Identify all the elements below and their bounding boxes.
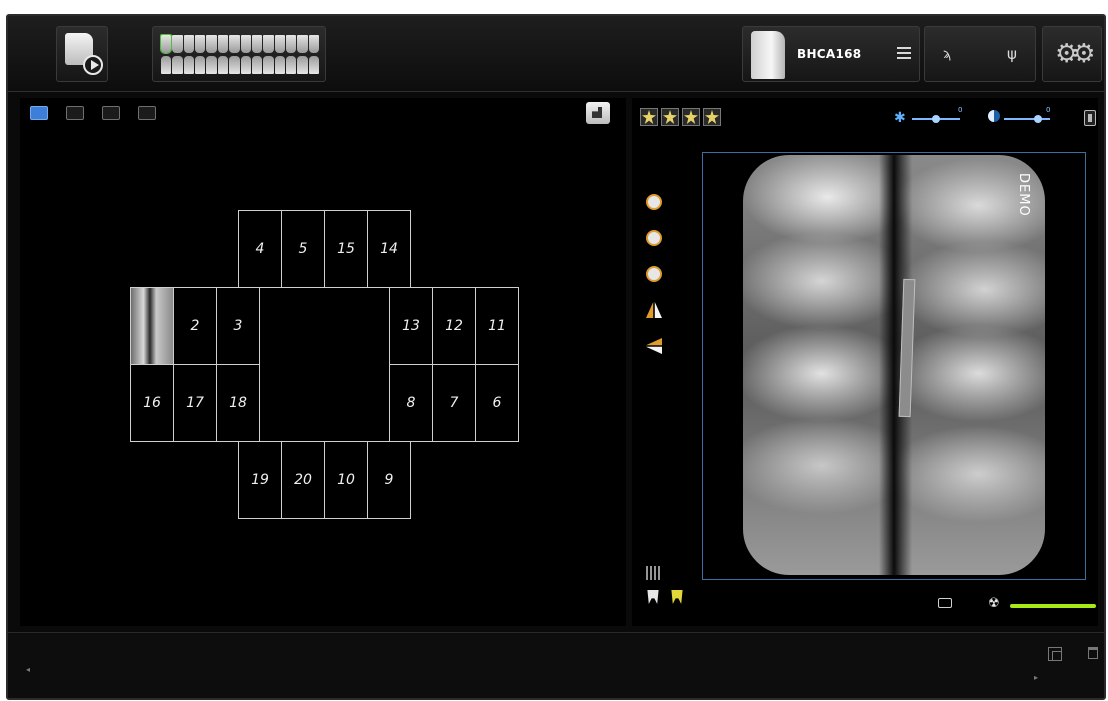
view-tools: [646, 566, 684, 614]
image-tools: [646, 194, 664, 374]
template-cell[interactable]: 2: [173, 287, 217, 365]
scroll-left-icon[interactable]: ◂: [26, 665, 30, 674]
rotate-cw-icon[interactable]: [646, 194, 662, 210]
template-cell[interactable]: 17: [173, 364, 217, 442]
star-icon[interactable]: [703, 108, 721, 126]
exposure-icon[interactable]: [1084, 110, 1096, 126]
template-cell[interactable]: 15: [324, 210, 368, 288]
sensor-name: BHCA168: [797, 47, 862, 61]
template-cell[interactable]: 4: [238, 210, 282, 288]
radiation-icon: ☢: [988, 596, 1000, 611]
xray-artifact: [898, 278, 916, 418]
settings-button[interactable]: ⚙⚙: [1042, 26, 1102, 82]
contrast-value: 0: [1046, 106, 1051, 114]
sensor-icon: [751, 31, 785, 79]
template-cell[interactable]: 13: [389, 287, 433, 365]
template-cell[interactable]: 12: [432, 287, 476, 365]
template-cell[interactable]: 11: [475, 287, 519, 365]
template-cell[interactable]: 7: [432, 364, 476, 442]
grid-icon[interactable]: [646, 566, 660, 580]
template-cell[interactable]: 10: [324, 441, 368, 519]
brightness-knob[interactable]: [932, 115, 940, 123]
scroll-right-icon[interactable]: ▸: [1034, 673, 1038, 682]
trash-icon[interactable]: [1088, 647, 1098, 659]
contrast-slider[interactable]: [1004, 115, 1050, 123]
template-panel: 4 5 15 14 2 3 13 12 11 16 17 18 8 7 6 19…: [20, 98, 626, 626]
template-cell[interactable]: 18: [216, 364, 260, 442]
exposure-level-bar: [1010, 604, 1096, 608]
star-icon[interactable]: [640, 108, 658, 126]
contrast-icon: [988, 110, 1000, 122]
brightness-value: 0: [958, 106, 963, 114]
layout-fmx-icon[interactable]: [30, 106, 48, 120]
template-cell[interactable]: 20: [281, 441, 325, 519]
brightness-icon: ✱: [894, 110, 906, 126]
thumbnail-strip: ◂ ▸: [8, 632, 1104, 698]
menu-icon[interactable]: [897, 47, 911, 61]
template-cell-with-xray[interactable]: [130, 287, 174, 365]
rotate-ccw-icon[interactable]: [646, 266, 662, 282]
connection-status: ϡ ψ: [924, 26, 1036, 82]
teeth-chart-button[interactable]: [152, 26, 326, 82]
rotate-180-icon[interactable]: [646, 230, 662, 246]
template-cell[interactable]: 5: [281, 210, 325, 288]
image-panel: ✱ 0 0 DEMO ☢: [632, 98, 1098, 626]
acquire-button[interactable]: [56, 26, 108, 82]
gear-icon: ⚙⚙: [1055, 39, 1096, 69]
template-cell[interactable]: 3: [216, 287, 260, 365]
wifi-icon: ϡ: [943, 47, 952, 62]
image-rating[interactable]: [640, 108, 721, 126]
contrast-knob[interactable]: [1034, 115, 1042, 123]
teeth-chart-icon: [159, 34, 320, 75]
demo-watermark: DEMO: [1016, 173, 1031, 217]
template-cell[interactable]: 19: [238, 441, 282, 519]
xray-viewer[interactable]: DEMO: [702, 152, 1086, 580]
camera-icon[interactable]: [938, 598, 952, 608]
template-cell[interactable]: 6: [475, 364, 519, 442]
template-cell[interactable]: 14: [367, 210, 411, 288]
edit-template-button[interactable]: [586, 102, 610, 124]
layout-single-icon[interactable]: [66, 106, 84, 120]
sensor-selector[interactable]: BHCA168: [742, 26, 920, 82]
usb-icon: ψ: [1007, 45, 1017, 63]
template-cell[interactable]: 9: [367, 441, 411, 519]
xray-image: DEMO: [743, 155, 1045, 575]
layout-toolbar: [30, 106, 156, 120]
tooth-icon[interactable]: [647, 590, 659, 604]
play-icon: [83, 55, 103, 75]
brightness-slider[interactable]: [912, 115, 960, 123]
tooth-yellow-icon[interactable]: [671, 590, 683, 604]
template-cell[interactable]: 8: [389, 364, 433, 442]
app-window: BHCA168 ϡ ψ ⚙⚙ 4 5 15 14 2 3 13 12 11 16…: [6, 14, 1106, 700]
flip-horizontal-icon[interactable]: [646, 338, 662, 354]
copy-icon[interactable]: [1048, 647, 1062, 661]
flip-vertical-icon[interactable]: [646, 302, 662, 318]
layout-double-camera-icon[interactable]: [138, 106, 156, 120]
template-cell[interactable]: 16: [130, 364, 174, 442]
star-icon[interactable]: [682, 108, 700, 126]
layout-camera-icon[interactable]: [102, 106, 120, 120]
star-icon[interactable]: [661, 108, 679, 126]
top-toolbar: BHCA168 ϡ ψ ⚙⚙: [8, 16, 1104, 92]
